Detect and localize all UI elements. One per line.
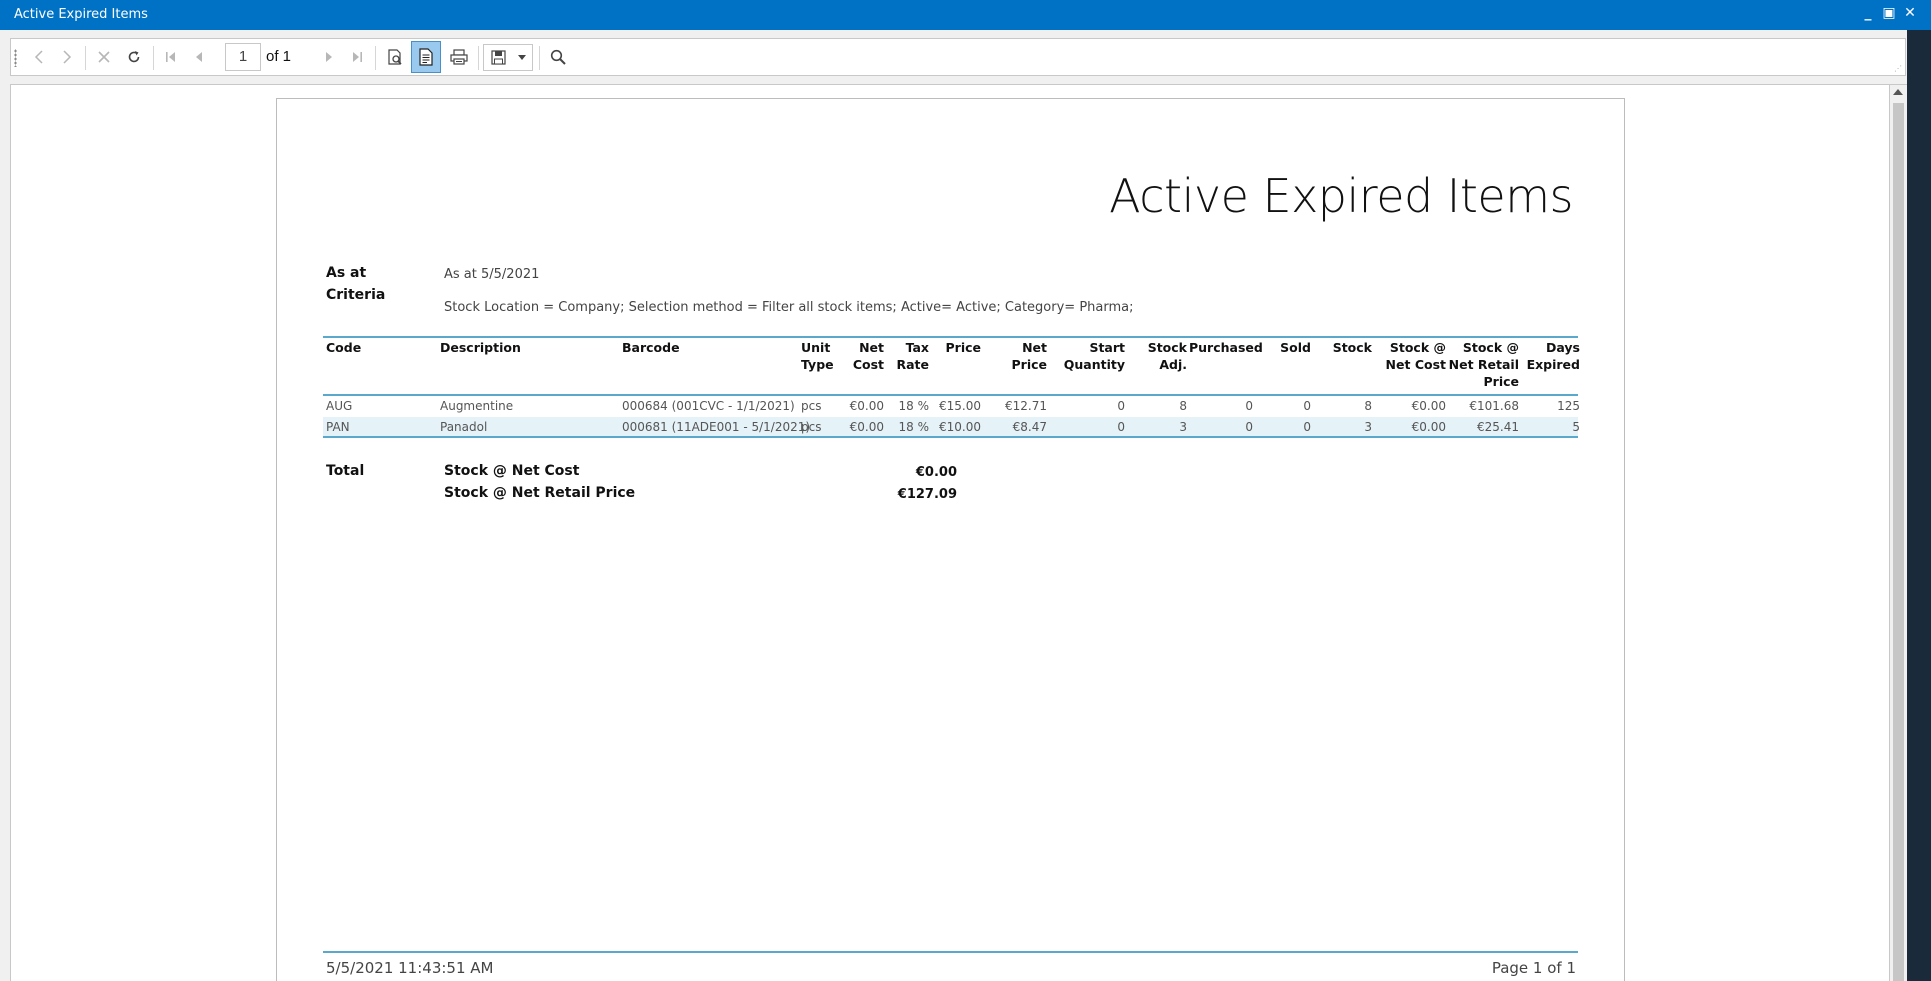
scrollbar-thumb[interactable]: [1893, 103, 1904, 981]
dropdown-icon: [514, 45, 530, 70]
cell-stock: 8: [1364, 399, 1372, 413]
cell-price: €15.00: [939, 399, 981, 413]
total-label: Total: [326, 463, 365, 479]
cell-stock-adj: 3: [1179, 420, 1187, 434]
cell-barcode: 000681 (11ADE001 - 5/1/2021): [622, 420, 811, 434]
last-page-icon[interactable]: [345, 39, 369, 75]
cell-stock-net-retail: €101.68: [1469, 399, 1519, 413]
table-row: PAN Panadol 000681 (11ADE001 - 5/1/2021) pc…: [323, 417, 1580, 437]
footer-rule: [323, 951, 1578, 953]
net-cost-total-value: €0.00: [915, 465, 957, 480]
net-cost-total-label: Stock @ Net Cost: [444, 463, 580, 479]
cell-net-cost: €0.00: [849, 420, 884, 434]
vertical-scrollbar[interactable]: [1890, 84, 1907, 981]
cell-stock-adj: 8: [1179, 399, 1187, 413]
print-icon[interactable]: [445, 39, 473, 75]
net-retail-total-label: Stock @ Net Retail Price: [444, 485, 636, 501]
cell-tax-rate: 18 %: [898, 420, 930, 434]
column-header-stock-net-cost: Stock @ Net Cost: [1385, 340, 1446, 372]
minimize-button[interactable]: _: [1861, 5, 1875, 21]
close-button[interactable]: ✕: [1903, 5, 1917, 21]
next-page-icon[interactable]: [317, 39, 341, 75]
first-page-icon[interactable]: [159, 39, 183, 75]
cell-net-price: €8.47: [1012, 420, 1047, 434]
column-header-days-expired: Days Expired: [1526, 340, 1580, 372]
column-header-purchased: Purchased: [1189, 340, 1263, 355]
page-count-label: of 1: [266, 48, 292, 65]
save-icon: [486, 45, 510, 70]
cell-purchased: 0: [1245, 399, 1253, 413]
footer-page: Page 1 of 1: [1491, 959, 1576, 977]
column-header-barcode: Barcode: [622, 340, 680, 355]
as-at-label: As at: [326, 265, 367, 281]
window-title: Active Expired Items: [14, 7, 148, 22]
cell-days-expired: 125: [1557, 399, 1580, 413]
report-page: Active Expired Items As at As at 5/5/202…: [276, 98, 1625, 981]
refresh-icon[interactable]: [122, 39, 146, 75]
cell-description: Panadol: [440, 420, 488, 434]
column-header-net-price: Net Price: [1011, 340, 1048, 372]
column-header-price: Price: [945, 340, 982, 355]
toolbar-resize-grip-icon: ⋰: [1894, 64, 1902, 73]
table-row: AUG Augmentine 000684 (001CVC - 1/1/2021) p…: [323, 396, 1580, 416]
window-controls: _ ▣ ✕: [1861, 5, 1917, 21]
cell-net-price: €12.71: [1005, 399, 1047, 413]
column-header-sold: Sold: [1280, 340, 1311, 355]
page-setup-icon[interactable]: [411, 41, 441, 73]
cell-stock: 3: [1364, 420, 1372, 434]
column-header-stock: Stock: [1332, 340, 1372, 355]
cell-sold: 0: [1303, 399, 1311, 413]
table-bottom-rule: [323, 436, 1578, 438]
page-number-input[interactable]: 1: [225, 43, 261, 71]
report-title: Active Expired Items: [1109, 169, 1573, 223]
cell-unit-type: pcs: [801, 420, 822, 434]
cell-code: PAN: [326, 420, 350, 434]
next-icon[interactable]: [55, 39, 79, 75]
cell-purchased: 0: [1245, 420, 1253, 434]
column-header-net-cost: Net Cost: [852, 340, 884, 372]
column-header-description: Description: [440, 340, 521, 355]
column-header-tax-rate: Tax Rate: [896, 340, 929, 372]
cell-sold: 0: [1303, 420, 1311, 434]
desktop-background: [1907, 30, 1931, 981]
column-header-stock-adj: Stock Adj.: [1147, 340, 1187, 372]
cell-code: AUG: [326, 399, 353, 413]
criteria-value: Stock Location = Company; Selection meth…: [444, 300, 1134, 315]
cell-stock-net-cost: €0.00: [1411, 420, 1446, 434]
cell-stock-net-cost: €0.00: [1411, 399, 1446, 413]
previous-page-icon[interactable]: [187, 39, 211, 75]
column-header-stock-net-retail: Stock @ Net Retail Price: [1448, 340, 1519, 389]
stop-icon[interactable]: [92, 39, 116, 75]
title-bar: Active Expired Items _ ▣ ✕: [0, 0, 1931, 30]
scroll-up-icon[interactable]: [1893, 89, 1903, 95]
criteria-label: Criteria: [326, 287, 386, 303]
print-layout-icon[interactable]: [381, 39, 409, 75]
cell-start-quantity: 0: [1117, 420, 1125, 434]
column-header-unit-type: Unit Type: [801, 340, 834, 372]
column-header-start-quantity: Start Quantity: [1063, 340, 1125, 372]
report-toolbar: 1 of 1 ⋰: [10, 38, 1906, 76]
cell-days-expired: 5: [1572, 420, 1580, 434]
footer-timestamp: 5/5/2021 11:43:51 AM: [326, 959, 494, 977]
net-retail-total-value: €127.09: [897, 487, 957, 502]
find-icon[interactable]: [544, 39, 572, 75]
cell-description: Augmentine: [440, 399, 514, 413]
cell-barcode: 000684 (001CVC - 1/1/2021): [622, 399, 795, 413]
export-dropdown[interactable]: [483, 44, 533, 71]
cell-tax-rate: 18 %: [898, 399, 930, 413]
column-header-code: Code: [326, 340, 362, 355]
as-at-value: As at 5/5/2021: [444, 267, 540, 282]
restore-button[interactable]: ▣: [1882, 5, 1896, 21]
cell-net-cost: €0.00: [849, 399, 884, 413]
cell-start-quantity: 0: [1117, 399, 1125, 413]
cell-price: €10.00: [939, 420, 981, 434]
header-top-rule: [323, 336, 1578, 338]
previous-icon[interactable]: [27, 39, 51, 75]
toolbar-grip-icon[interactable]: [14, 49, 17, 67]
cell-stock-net-retail: €25.41: [1477, 420, 1519, 434]
cell-unit-type: pcs: [801, 399, 822, 413]
